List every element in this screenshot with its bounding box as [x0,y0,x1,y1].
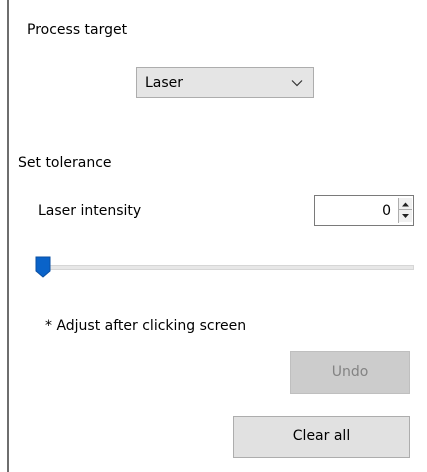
clear-all-button[interactable]: Clear all [233,416,410,458]
set-tolerance-label: Set tolerance [18,155,112,171]
process-target-dropdown[interactable]: Laser [136,67,314,98]
laser-intensity-value[interactable]: 0 [382,202,391,220]
settings-panel: Process target Laser Set tolerance Laser… [0,0,427,472]
laser-intensity-label: Laser intensity [38,203,142,219]
process-target-label: Process target [27,22,128,38]
process-target-selected-value: Laser [145,75,184,91]
chevron-down-icon [291,80,303,87]
spin-up-button[interactable] [399,198,412,210]
panel-left-border [7,0,9,472]
arrow-up-icon [402,202,409,207]
spin-buttons [398,198,412,223]
spin-down-button[interactable] [399,210,412,222]
arrow-down-icon [402,214,409,218]
laser-intensity-spinbox[interactable]: 0 [314,195,414,226]
undo-button[interactable]: Undo [290,351,410,394]
intensity-slider-track[interactable] [36,265,414,270]
intensity-slider-thumb[interactable] [35,256,51,278]
adjust-note: * Adjust after clicking screen [45,318,247,334]
